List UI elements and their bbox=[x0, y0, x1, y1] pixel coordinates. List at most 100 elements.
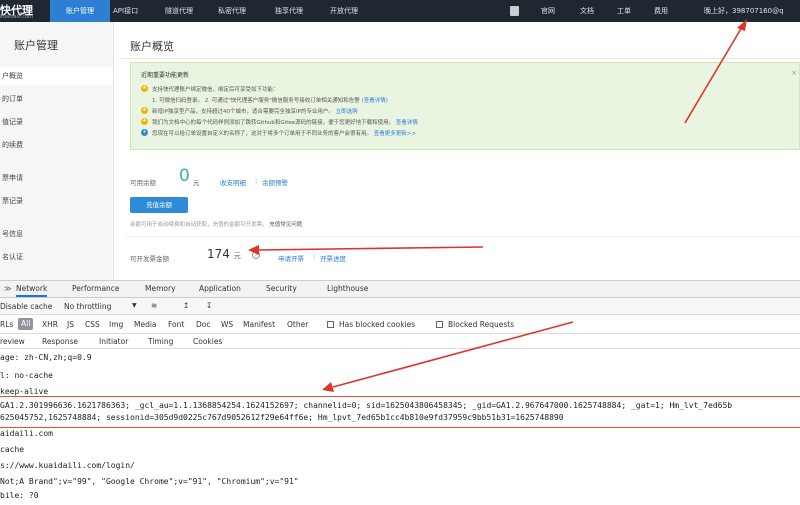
user-greeting[interactable]: 晚上好，398707160@q bbox=[704, 0, 784, 22]
subtab-initiator[interactable]: Initiator bbox=[99, 337, 128, 346]
subtab-preview[interactable]: review bbox=[0, 337, 25, 346]
filter-doc[interactable]: Doc bbox=[196, 320, 211, 329]
disable-cache-label[interactable]: Disable cache bbox=[0, 302, 52, 311]
filter-all[interactable]: All bbox=[18, 318, 34, 330]
invoice-progress-link[interactable]: 开票进度 bbox=[320, 253, 346, 263]
sidebar-item-recharge-records[interactable]: 值记录 bbox=[0, 113, 113, 131]
sidebar-item-renewal[interactable]: 的续费 bbox=[0, 136, 113, 154]
recharge-hint-text: 余额可用于自动续费和自动获取，充值的金额可开发票。 bbox=[130, 222, 268, 228]
help-icon[interactable]: ? bbox=[252, 251, 260, 259]
notice-title: 近期重要功能更新 bbox=[141, 72, 190, 79]
filter-xhr[interactable]: XHR bbox=[42, 320, 58, 329]
star-icon: ★ bbox=[141, 85, 148, 92]
sidebar-item-invoice-apply[interactable]: 票申请 bbox=[0, 169, 113, 187]
notice-link-details[interactable]: (查看详情) bbox=[362, 98, 388, 104]
nav-item-open[interactable]: 开放代理 bbox=[330, 0, 358, 22]
notice-line-text: 新增IP独享型产品，支持超过40个城市，适合需要完全独享IP的专业用户。 bbox=[152, 109, 334, 115]
filter-media[interactable]: Media bbox=[134, 320, 157, 329]
page-title: 账户概览 bbox=[130, 40, 174, 53]
recharge-hint: 余额可用于自动续费和自动获取，充值的金额可开发票。 充值常见问题 bbox=[130, 220, 302, 228]
has-blocked-label: Has blocked cookies bbox=[339, 320, 416, 329]
nav-item-dedicated[interactable]: 独享代理 bbox=[275, 0, 303, 22]
tab-security[interactable]: Security bbox=[266, 281, 297, 297]
balance-value: 0 bbox=[179, 166, 190, 186]
filter-bar: RLs All XHR JS CSS Img Media Font Doc WS… bbox=[0, 315, 800, 334]
more-tabs-icon[interactable]: ≫ bbox=[4, 281, 12, 297]
logo[interactable]: 快代理 kuaidaili.com bbox=[0, 2, 46, 20]
notice-line: 1. 可微信扫码登录。 2. 可通过"快代理客户服务"微信服务号接收订单相关通知… bbox=[152, 96, 388, 104]
notice-line-text: 1. 可微信扫码登录。 2. 可通过"快代理客户服务"微信服务号接收订单相关通知… bbox=[152, 98, 360, 104]
filter-ws[interactable]: WS bbox=[221, 320, 233, 329]
notice-line: 支持快代理账户绑定微信，绑定后可享受如下功能： bbox=[152, 87, 279, 93]
tab-lighthouse[interactable]: Lighthouse bbox=[327, 281, 368, 297]
filter-img[interactable]: Img bbox=[109, 320, 123, 329]
sidebar-item-account-info[interactable]: 号信息 bbox=[0, 225, 113, 243]
notice-line: 新增IP独享型产品，支持超过40个城市，适合需要完全独享IP的专业用户。 立即选… bbox=[152, 107, 358, 115]
tab-performance[interactable]: Performance bbox=[72, 281, 120, 297]
subtab-response[interactable]: Response bbox=[42, 337, 78, 346]
nav-item-api[interactable]: API接口 bbox=[113, 0, 138, 22]
notice-link-more[interactable]: 查看更多更新>> bbox=[374, 131, 416, 137]
separator: | bbox=[255, 177, 258, 185]
transactions-link[interactable]: 收支明细 bbox=[220, 177, 246, 187]
tab-network[interactable]: Network bbox=[16, 281, 48, 297]
divider bbox=[126, 236, 800, 237]
filter-other[interactable]: Other bbox=[287, 320, 308, 329]
balance-label: 可用余额 bbox=[130, 179, 156, 187]
tab-memory[interactable]: Memory bbox=[145, 281, 176, 297]
recharge-button[interactable]: 充值余额 bbox=[130, 197, 188, 213]
blocked-requests-label: Blocked Requests bbox=[448, 320, 515, 329]
notice-line: 您现在可以给订单设置自定义的名称了，这对于将多个订单用于不同业务的客户会很有用。… bbox=[152, 129, 416, 137]
nav-link-docs[interactable]: 文档 bbox=[580, 0, 594, 22]
invoice-value: 174 bbox=[207, 247, 230, 261]
sidebar-item-verification[interactable]: 名认证 bbox=[0, 248, 113, 266]
sidebar-item-invoice-records[interactable]: 票记录 bbox=[0, 192, 113, 210]
tab-application[interactable]: Application bbox=[199, 281, 241, 297]
nav-item-account[interactable]: 账户管理 bbox=[50, 0, 110, 22]
filter-urls[interactable]: RLs bbox=[0, 320, 13, 329]
subtab-cookies[interactable]: Cookies bbox=[193, 337, 222, 346]
invoice-amount: 174 元 bbox=[207, 247, 241, 261]
filter-font[interactable]: Font bbox=[168, 320, 184, 329]
apply-invoice-link[interactable]: 申请开票 bbox=[278, 253, 304, 263]
wifi-icon[interactable]: ≋ bbox=[151, 301, 157, 310]
nav-link-billing[interactable]: 费用 bbox=[654, 0, 668, 22]
detail-subtabs: review Response Initiator Timing Cookies bbox=[0, 334, 800, 349]
divider bbox=[118, 58, 800, 59]
filter-css[interactable]: CSS bbox=[85, 320, 100, 329]
notice-link-buy[interactable]: 立即选购 bbox=[336, 109, 358, 115]
filter-manifest[interactable]: Manifest bbox=[243, 320, 275, 329]
language-flag-icon[interactable] bbox=[510, 6, 519, 16]
chevron-down-icon[interactable]: ▼ bbox=[132, 302, 137, 309]
nav-item-tunnel[interactable]: 隧道代理 bbox=[165, 0, 193, 22]
balance-alert-link[interactable]: 余额预警 bbox=[262, 177, 288, 187]
notice-link-details-2[interactable]: 查看详情 bbox=[396, 120, 418, 126]
star-icon: ★ bbox=[141, 118, 148, 125]
throttling-select[interactable]: No throttling bbox=[64, 302, 111, 311]
has-blocked-checkbox[interactable] bbox=[327, 321, 334, 328]
notice-line-text: 您现在可以给订单设置自定义的名称了，这对于将多个订单用于不同业务的客户会很有用。 bbox=[152, 131, 373, 137]
nav-item-private[interactable]: 私密代理 bbox=[218, 0, 246, 22]
balance-unit: 元 bbox=[193, 179, 200, 187]
nav-link-tickets[interactable]: 工单 bbox=[617, 0, 631, 22]
sidebar-item-orders[interactable]: 的订单 bbox=[0, 90, 113, 108]
nav-link-home[interactable]: 官网 bbox=[541, 0, 555, 22]
download-icon[interactable]: ↧ bbox=[206, 301, 212, 310]
notice-line-text: 我们为文档中心的每个代码样例添加了跳转Github和Gitee源码的链接，便于您… bbox=[152, 120, 395, 126]
sidebar: 账户管理 户概览 的订单 值记录 的续费 票申请 票记录 号信息 名认证 bbox=[0, 22, 114, 282]
invoice-label: 可开发票金额 bbox=[130, 255, 169, 263]
sidebar-title: 账户管理 bbox=[14, 39, 58, 52]
sidebar-item-overview[interactable]: 户概览 bbox=[0, 67, 113, 85]
header-line: age: zh-CN,zh;q=0.9 bbox=[0, 353, 92, 362]
devtools-panel: ≫ Network Performance Memory Application… bbox=[0, 280, 800, 501]
separator: | bbox=[313, 253, 316, 261]
recharge-faq-link[interactable]: 充值常见问题 bbox=[269, 222, 302, 228]
invoice-unit: 元 bbox=[233, 252, 241, 260]
logo-subtext: kuaidaili.com bbox=[0, 14, 34, 20]
top-navbar: 快代理 kuaidaili.com 账户管理 API接口 隧道代理 私密代理 独… bbox=[0, 0, 800, 22]
close-icon[interactable]: × bbox=[791, 69, 797, 77]
blocked-requests-checkbox[interactable] bbox=[436, 321, 443, 328]
subtab-timing[interactable]: Timing bbox=[148, 337, 173, 346]
upload-icon[interactable]: ↥ bbox=[183, 301, 189, 310]
filter-js[interactable]: JS bbox=[67, 320, 74, 329]
